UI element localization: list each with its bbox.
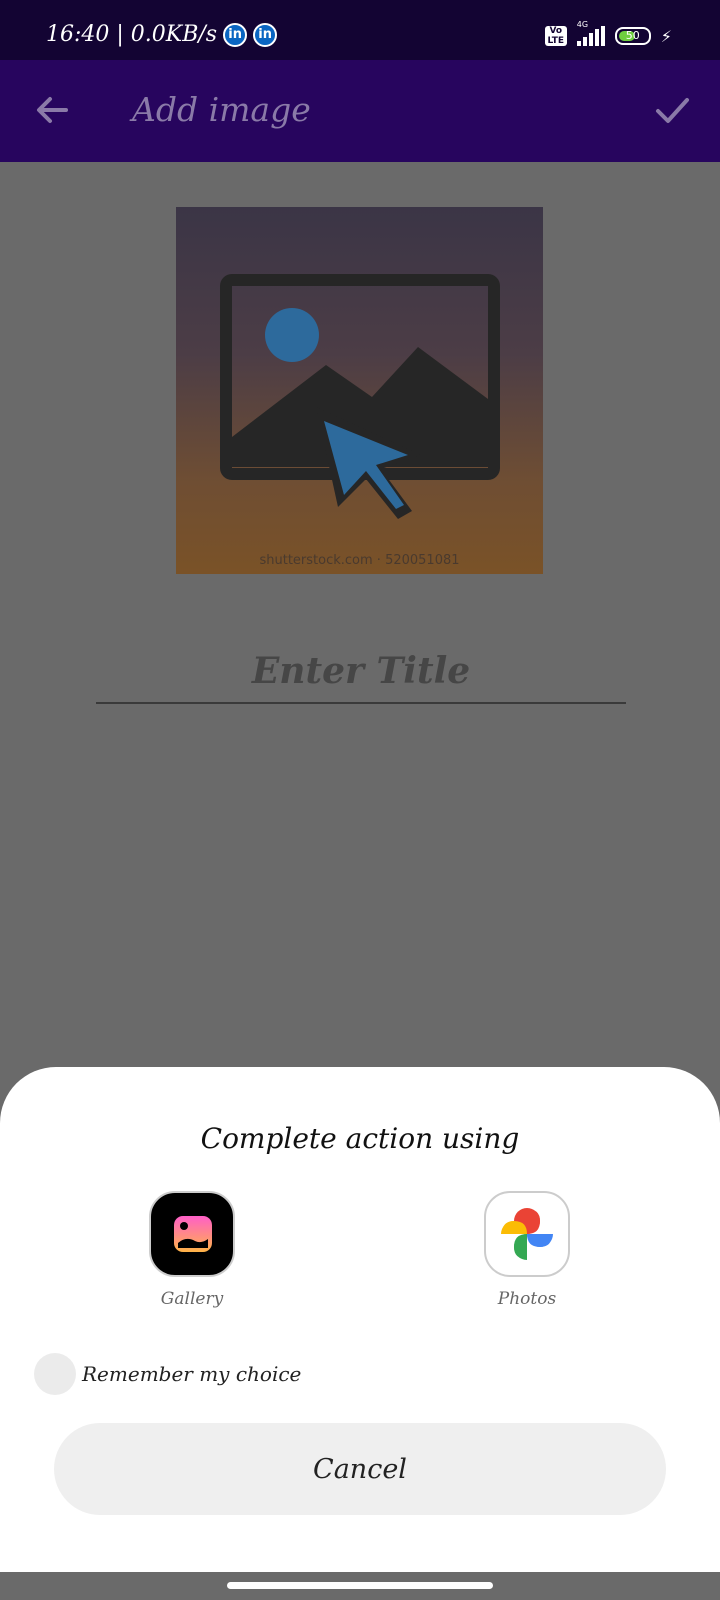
image-picker[interactable]: shutterstock.com · 520051081 [176,207,543,574]
volte-icon: Vo LTE [544,26,567,46]
app-bar: Add image [0,60,720,162]
remember-choice-label: Remember my choice [82,1362,302,1386]
charging-icon: ⚡ [660,26,672,46]
remember-choice[interactable]: Remember my choice [34,1353,301,1395]
battery-icon: 50 [614,27,651,45]
remember-choice-checkbox[interactable] [34,1353,76,1395]
sheet-title: Complete action using [200,1122,520,1155]
signal-icon: 4G [576,20,605,46]
cancel-button[interactable]: Cancel [54,1423,666,1515]
network-type: 4G [576,20,589,29]
checkmark-icon [656,98,689,123]
chooser-sheet: Complete action using Gallery Photos Rem… [0,1067,720,1572]
page-title: Add image [132,90,311,129]
app-label-gallery: Gallery [160,1289,224,1309]
status-bar: 16:40 | 0.0KB/s in in Vo LTE 4G 50 ⚡ [0,0,720,60]
gallery-icon [149,1191,235,1277]
back-button[interactable] [30,88,74,132]
title-input[interactable] [96,640,626,704]
status-time-speed: 16:40 | 0.0KB/s [46,22,218,47]
app-label-photos: Photos [497,1289,557,1309]
confirm-button[interactable] [650,88,694,132]
battery-level: 50 [625,29,640,42]
app-option-photos[interactable]: Photos [457,1191,597,1309]
linkedin-icon: in [223,22,248,47]
add-image-placeholder-icon [220,274,500,519]
arrow-left-icon [37,97,68,123]
navigation-bar [0,1572,720,1600]
app-option-gallery[interactable]: Gallery [122,1191,262,1309]
linkedin-icon: in [253,22,278,47]
google-photos-icon [484,1191,570,1277]
home-gesture-handle[interactable] [227,1582,493,1589]
image-watermark: shutterstock.com · 520051081 [259,553,460,568]
